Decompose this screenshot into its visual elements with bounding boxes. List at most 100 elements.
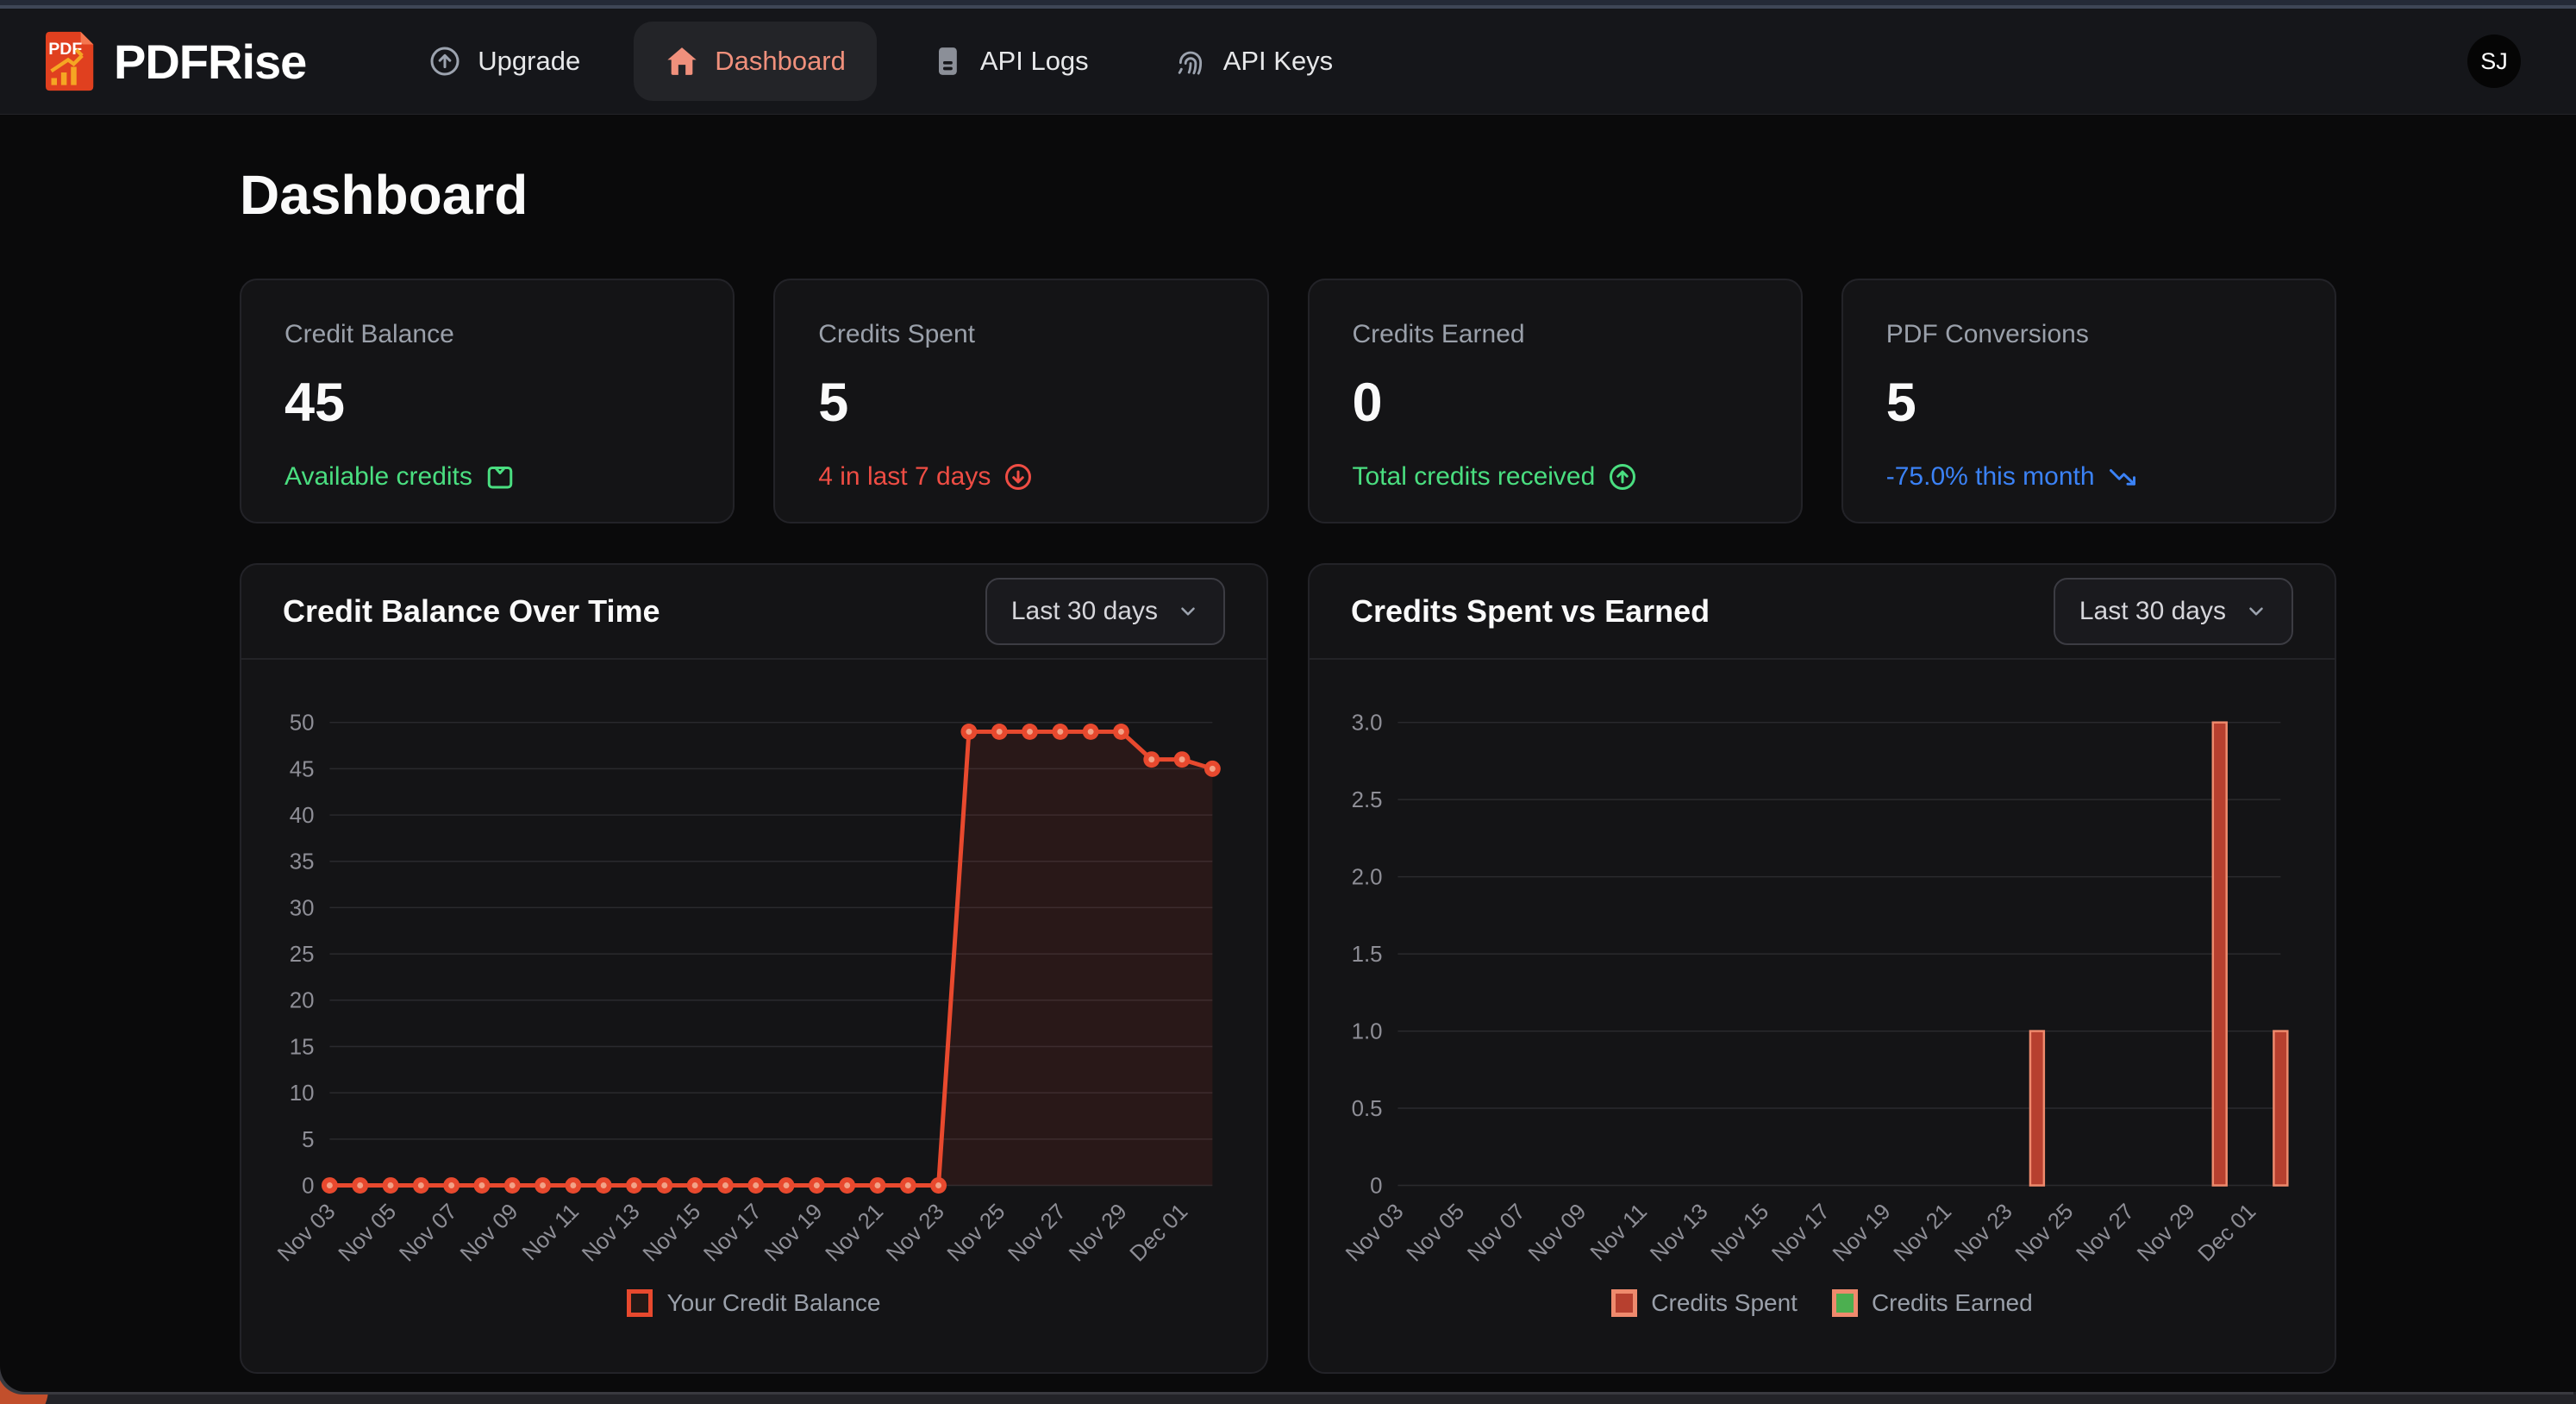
legend-label: Credits Spent [1651, 1289, 1798, 1317]
pdfrise-logo-icon: PDF [34, 28, 102, 95]
stat-card-credits-spent: Credits Spent 5 4 in last 7 days [773, 279, 1268, 523]
stat-value: 0 [1353, 372, 1758, 434]
page-title: Dashboard [240, 163, 2336, 227]
chart-header: Credit Balance Over Time Last 30 days [241, 565, 1266, 660]
bar-chart-svg[interactable]: 0 0.5 1.0 1.5 2.0 2.5 3.0 Nov 03Nov 05Nov 07 Nov… [1310, 660, 2335, 1281]
nav-menu: Upgrade Dashboard API Logs [397, 22, 1364, 101]
svg-text:Dec 01: Dec 01 [1126, 1200, 1193, 1267]
svg-text:0.5: 0.5 [1352, 1097, 1383, 1121]
stat-sub-text: Total credits received [1353, 462, 1596, 492]
legend-item-credits-earned[interactable]: Credits Earned [1832, 1289, 2033, 1317]
svg-text:Nov 07: Nov 07 [1463, 1200, 1530, 1267]
legend-label: Credits Earned [1872, 1289, 2033, 1317]
svg-text:2.5: 2.5 [1352, 788, 1383, 812]
svg-text:3.0: 3.0 [1352, 711, 1383, 736]
avatar-initials: SJ [2480, 48, 2508, 75]
svg-text:Nov 17: Nov 17 [1767, 1200, 1835, 1267]
nav-item-upgrade[interactable]: Upgrade [397, 22, 611, 101]
nav-item-label: Dashboard [715, 46, 846, 77]
svg-text:Nov 11: Nov 11 [1586, 1200, 1652, 1265]
nav-item-label: API Keys [1223, 46, 1334, 77]
legend-item-credits-spent[interactable]: Credits Spent [1611, 1289, 1798, 1317]
line-chart-svg[interactable]: 05101520253035404550Nov 03Nov 05Nov 07No… [241, 660, 1266, 1281]
window-bottom-strip [0, 1392, 2576, 1404]
svg-text:0: 0 [302, 1174, 314, 1198]
svg-text:Nov 15: Nov 15 [639, 1200, 706, 1267]
chevron-down-icon [1177, 600, 1199, 623]
stat-sub: Total credits received [1353, 461, 1758, 492]
svg-text:40: 40 [290, 804, 315, 828]
stat-value: 45 [284, 372, 690, 434]
range-select-value: Last 30 days [1011, 597, 1158, 626]
legend-swatch [1832, 1289, 1858, 1317]
legend-label: Your Credit Balance [666, 1289, 880, 1317]
svg-text:Nov 25: Nov 25 [2011, 1200, 2079, 1267]
svg-text:2.0: 2.0 [1352, 866, 1383, 890]
line-chart-legend: Your Credit Balance [241, 1289, 1266, 1317]
svg-text:5: 5 [302, 1128, 314, 1152]
svg-text:45: 45 [290, 757, 315, 781]
stat-label: PDF Conversions [1886, 320, 2292, 349]
brand[interactable]: PDF PDFRise [34, 28, 306, 95]
stat-sub: 4 in last 7 days [818, 461, 1223, 492]
stat-label: Credits Spent [818, 320, 1223, 349]
chart-card-credit-balance: Credit Balance Over Time Last 30 days 0 5… [240, 563, 1268, 1374]
svg-text:1.5: 1.5 [1352, 943, 1383, 967]
charts-row: Credit Balance Over Time Last 30 days 0 5… [240, 563, 2336, 1374]
stat-card-credit-balance: Credit Balance 45 Available credits [240, 279, 735, 523]
legend-swatch [627, 1289, 653, 1317]
range-select-value: Last 30 days [2079, 597, 2226, 626]
main-content: Dashboard Credit Balance 45 Available cr… [0, 163, 2576, 1374]
chevron-down-icon [2245, 600, 2267, 623]
svg-text:Nov 23: Nov 23 [882, 1200, 949, 1267]
chart-title: Credits Spent vs Earned [1351, 593, 1710, 630]
stat-card-pdf-conversions: PDF Conversions 5 -75.0% this month [1841, 279, 2336, 523]
legend-item-credit-balance[interactable]: Your Credit Balance [627, 1289, 880, 1317]
range-select[interactable]: Last 30 days [985, 578, 1225, 645]
stat-sub-text: -75.0% this month [1886, 462, 2095, 492]
chart-title: Credit Balance Over Time [283, 593, 660, 630]
stat-cards-row: Credit Balance 45 Available credits Cred… [240, 279, 2336, 523]
svg-text:Nov 11: Nov 11 [518, 1200, 584, 1265]
bar-chart-legend: Credits Spent Credits Earned [1310, 1289, 2335, 1317]
svg-text:Nov 05: Nov 05 [1403, 1200, 1470, 1267]
stat-sub-text: 4 in last 7 days [818, 462, 991, 492]
svg-text:Nov 03: Nov 03 [1341, 1200, 1409, 1267]
arrow-up-circle-icon [1607, 461, 1638, 492]
svg-text:Nov 17: Nov 17 [699, 1200, 766, 1267]
stat-label: Credit Balance [284, 320, 690, 349]
svg-text:Nov 25: Nov 25 [943, 1200, 1010, 1267]
stat-card-credits-earned: Credits Earned 0 Total credits received [1308, 279, 1803, 523]
svg-text:15: 15 [290, 1035, 315, 1059]
svg-text:Nov 15: Nov 15 [1707, 1200, 1774, 1267]
chart-header: Credits Spent vs Earned Last 30 days [1310, 565, 2335, 660]
svg-text:20: 20 [290, 989, 315, 1013]
api-keys-icon [1173, 44, 1208, 78]
svg-text:Nov 27: Nov 27 [1004, 1200, 1071, 1267]
arrow-down-circle-icon [1003, 461, 1034, 492]
svg-text:Nov 07: Nov 07 [395, 1200, 462, 1267]
stat-sub: Available credits [284, 461, 690, 492]
user-avatar[interactable]: SJ [2467, 34, 2521, 88]
svg-text:Nov 21: Nov 21 [1889, 1200, 1956, 1267]
svg-text:Nov 19: Nov 19 [760, 1200, 828, 1267]
svg-text:Nov 29: Nov 29 [1065, 1200, 1132, 1267]
svg-text:1.0: 1.0 [1352, 1020, 1383, 1044]
home-icon [665, 44, 699, 78]
svg-text:Nov 05: Nov 05 [335, 1200, 402, 1267]
svg-text:30: 30 [290, 896, 315, 920]
range-select[interactable]: Last 30 days [2054, 578, 2293, 645]
svg-text:0: 0 [1370, 1174, 1382, 1198]
nav-item-dashboard[interactable]: Dashboard [634, 22, 877, 101]
nav-item-api-keys[interactable]: API Keys [1142, 22, 1365, 101]
navbar: PDF PDFRise Upgrade Dashboard [0, 9, 2576, 115]
svg-text:Nov 13: Nov 13 [1646, 1200, 1713, 1267]
nav-item-api-logs[interactable]: API Logs [899, 22, 1120, 101]
app-window: PDF PDFRise Upgrade Dashboard [0, 0, 2576, 1392]
svg-text:10: 10 [290, 1081, 315, 1106]
svg-text:Nov 13: Nov 13 [578, 1200, 645, 1267]
window-top-strip [0, 0, 2576, 9]
stat-value: 5 [1886, 372, 2292, 434]
svg-text:Nov 23: Nov 23 [1950, 1200, 2017, 1267]
stat-value: 5 [818, 372, 1223, 434]
